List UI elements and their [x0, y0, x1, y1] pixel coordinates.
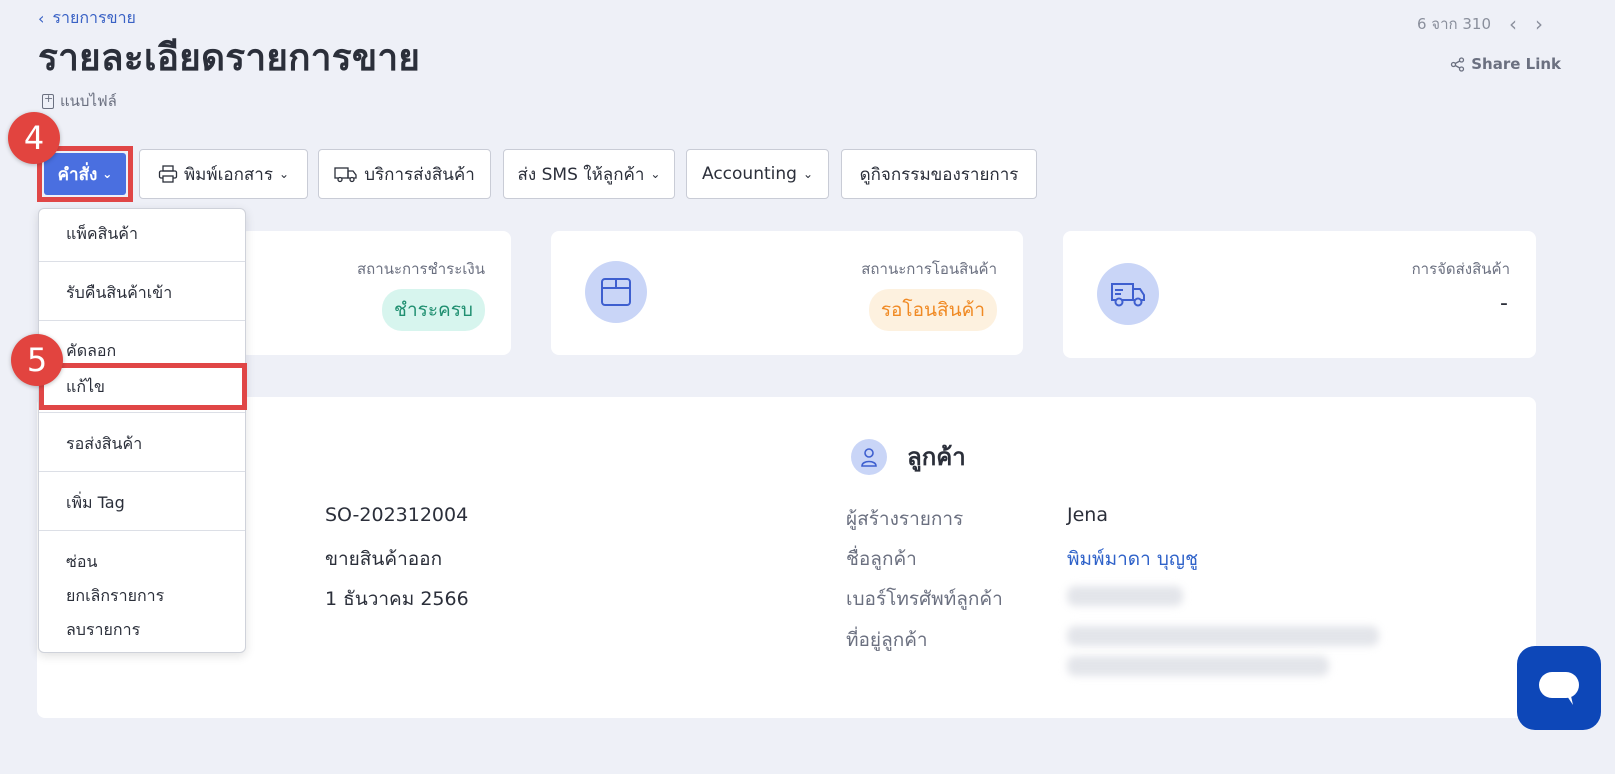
- customer-section-title: ลูกค้า: [907, 443, 966, 471]
- menu-item-cancel-order[interactable]: ยกเลิกรายการ: [66, 584, 164, 609]
- printer-icon: [158, 165, 178, 183]
- menu-item-delete-order[interactable]: ลบรายการ: [66, 618, 140, 643]
- transfer-status-label: สถานะการโอนสินค้า: [861, 260, 997, 278]
- delivery-status-card: การจัดส่งสินค้า -: [1063, 231, 1536, 358]
- pager: 6 จาก 310 ‹ ›: [1417, 12, 1543, 36]
- user-icon: [861, 447, 877, 467]
- file-add-icon: [42, 92, 54, 109]
- customer-address-redacted-line1: [1067, 626, 1379, 646]
- menu-divider: [39, 320, 245, 321]
- page-title: รายละเอียดรายการขาย: [38, 36, 421, 79]
- print-documents-button[interactable]: พิมพ์เอกสาร ⌄: [139, 149, 308, 199]
- chevron-down-icon: ⌄: [102, 167, 113, 181]
- command-button[interactable]: คำสั่ง ⌄: [44, 153, 126, 195]
- customer-name-link[interactable]: พิมพ์มาดา บุญชู: [1067, 544, 1198, 574]
- share-link-button[interactable]: Share Link: [1450, 55, 1561, 73]
- command-label: คำสั่ง: [57, 164, 98, 185]
- customer-phone-redacted: [1067, 586, 1183, 606]
- menu-item-pending-shipment[interactable]: รอส่งสินค้า: [66, 432, 142, 457]
- order-date: 1 ธันวาคม 2566: [325, 588, 469, 610]
- customer-name-label: ชื่อลูกค้า: [846, 548, 917, 570]
- customer-phone-label: เบอร์โทรศัพท์ลูกค้า: [846, 588, 1003, 610]
- previous-icon[interactable]: ‹: [1509, 12, 1517, 36]
- menu-divider: [39, 530, 245, 531]
- chevron-down-icon: ⌄: [802, 167, 813, 181]
- payment-status-card: สถานะการชำระเงิน ชำระครบ: [240, 231, 511, 355]
- order-number: SO-202312004: [325, 504, 469, 526]
- menu-item-copy[interactable]: คัดลอก: [66, 339, 116, 364]
- transfer-status-badge: รอโอนสินค้า: [868, 289, 997, 331]
- accounting-label: Accounting: [702, 164, 797, 184]
- accounting-button[interactable]: Accounting ⌄: [686, 149, 829, 199]
- shipping-service-button[interactable]: บริการส่งสินค้า: [318, 149, 491, 199]
- menu-item-pack-products[interactable]: แพ็คสินค้า: [66, 222, 138, 247]
- menu-divider: [39, 412, 245, 413]
- transfer-status-card: สถานะการโอนสินค้า รอโอนสินค้า: [551, 231, 1023, 355]
- command-dropdown-menu: แพ็คสินค้า รับคืนสินค้าเข้า คัดลอก แก้ไข…: [38, 208, 246, 653]
- chat-widget-button[interactable]: [1517, 646, 1601, 730]
- highlight-box-edit: [39, 363, 247, 410]
- customer-section-header: ลูกค้า: [851, 437, 966, 476]
- chat-icon: [1539, 672, 1579, 705]
- order-detail-card: SO-202312004 ขายสินค้าออก 1 ธันวาคม 2566…: [37, 397, 1536, 718]
- print-documents-label: พิมพ์เอกสาร: [183, 164, 273, 185]
- view-activity-button[interactable]: ดูกิจกรรมของรายการ: [841, 149, 1037, 199]
- chevron-down-icon: ⌄: [650, 167, 661, 181]
- send-sms-button[interactable]: ส่ง SMS ให้ลูกค้า ⌄: [503, 149, 675, 199]
- payment-status-label: สถานะการชำระเงิน: [357, 260, 485, 278]
- share-icon: [1451, 56, 1465, 72]
- customer-address-label: ที่อยู่ลูกค้า: [846, 629, 928, 651]
- share-link-label: Share Link: [1471, 55, 1561, 73]
- chevron-down-icon: ⌄: [278, 167, 290, 181]
- menu-divider: [39, 261, 245, 262]
- menu-item-receive-returns[interactable]: รับคืนสินค้าเข้า: [66, 281, 172, 306]
- box-icon: [601, 278, 631, 306]
- creator-label: ผู้สร้างรายการ: [846, 508, 964, 530]
- menu-divider: [39, 471, 245, 472]
- user-icon-circle: [851, 438, 887, 475]
- order-type: ขายสินค้าออก: [325, 548, 443, 570]
- truck-icon: [1111, 283, 1145, 307]
- delivery-status-value: -: [1500, 291, 1508, 316]
- transfer-icon-circle: [585, 261, 647, 323]
- view-activity-label: ดูกิจกรรมของรายการ: [859, 164, 1019, 185]
- delivery-icon-circle: [1097, 263, 1159, 325]
- truck-icon: [334, 167, 357, 183]
- send-sms-label: ส่ง SMS ให้ลูกค้า: [517, 164, 645, 185]
- step-badge-5: 5: [11, 334, 63, 386]
- step-badge-4: 4: [8, 112, 60, 164]
- menu-item-hide[interactable]: ซ่อน: [66, 550, 97, 575]
- attach-file-button[interactable]: แนบไฟล์: [42, 89, 117, 113]
- attach-file-label: แนบไฟล์: [60, 92, 117, 110]
- next-icon[interactable]: ›: [1535, 12, 1543, 36]
- payment-status-badge: ชำระครบ: [382, 289, 485, 331]
- pager-text: 6 จาก 310: [1416, 15, 1491, 33]
- customer-address-redacted-line2: [1067, 656, 1329, 676]
- menu-item-add-tag[interactable]: เพิ่ม Tag: [66, 491, 125, 516]
- chevron-left-icon: ‹: [38, 9, 45, 28]
- shipping-service-label: บริการส่งสินค้า: [364, 164, 475, 185]
- creator-value: Jena: [1067, 504, 1108, 526]
- delivery-status-label: การจัดส่งสินค้า: [1411, 260, 1510, 278]
